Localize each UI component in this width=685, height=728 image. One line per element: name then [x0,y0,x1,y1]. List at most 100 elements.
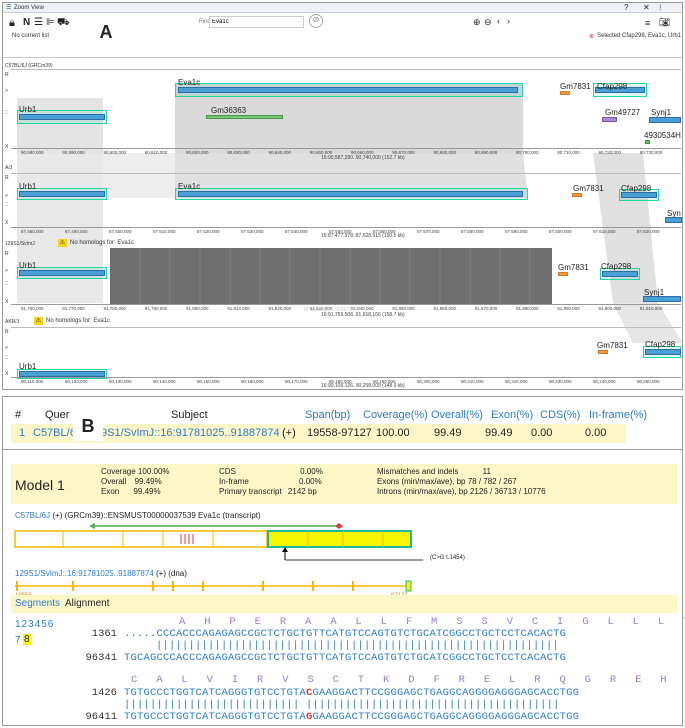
col-exon[interactable]: Exon(%) [491,409,533,421]
dna-label: 129S1/SvImJ::16:91781025..91887874 (+) (… [15,569,187,578]
result-row[interactable]: 1 C57BL/6J 9S1/SvImJ::16:91781025..91887… [11,424,626,443]
subject-sequence: TGCAGCCCACCCAGAGAGCCGCTCTGCTGTTCATGTCCAG… [124,652,567,664]
col-num: # [15,409,22,421]
track-x-label[interactable]: X [5,220,8,226]
col-span[interactable]: Span(bp) [305,409,350,421]
row-cds: 0.00 [531,427,553,439]
axis-tick-label: 90,110,000 [21,379,44,384]
axis-tick-label: 90,690,000 [474,150,498,155]
axis-tick-label: 91,910,000 [639,306,663,311]
axis-tick-label: 91,850,000 [392,306,415,311]
track-x-label[interactable]: X [5,299,8,305]
gene-synj1[interactable] [649,117,681,123]
model-col2: CDS 0.00% In-frame 0.00% Primary transcr… [219,467,323,497]
stat-value: 99.49% [134,477,162,486]
gene-gm7831[interactable] [558,272,568,276]
track-strain-label: 129S1/SvImJ [5,241,35,247]
track-aj: A/J R > ⁚⁚ X Urb1 Eva1c Gm7831 Cfap298 S… [3,165,682,239]
axis-tick-label: 90,730,000 [639,150,663,155]
track-drag-icon[interactable]: ⁚⁚ [5,281,8,287]
track-drag-icon[interactable]: ⁚⁚ [5,202,8,208]
axis-tick-label: 87,610,000 [593,229,616,234]
row-coverage: 100.00 [376,427,410,439]
track-x-label[interactable]: X [5,144,8,150]
axis-tick-label: 90,130,000 [109,379,132,384]
gene-label-cfap298: Cfap298 [621,184,652,193]
gene-gm7831[interactable] [572,193,582,197]
axis-tick-label: 87,490,000 [65,229,88,234]
aa-translation: A H P E R A A L L F M S S V C I G L L L … [179,616,685,628]
gene-urb1[interactable] [19,270,105,276]
track-drag-icon[interactable]: ⁚⁚ [5,355,8,361]
gene-label-gm36363: Gm36363 [211,106,247,115]
axis-tick-label: 87,500,000 [109,229,132,234]
gene-eva1c[interactable] [178,87,518,93]
gene-4930534h[interactable] [645,140,650,144]
axis-tick-label: 91,820,000 [268,306,292,311]
stat-label: Coverage [101,467,136,476]
axis-tick-label: 90,720,000 [598,150,622,155]
stat-value: 0.00% [300,467,323,476]
warning-icon: ⚠ [58,239,67,247]
track-r-label: R [5,175,9,181]
track-c57bl6j: C57BL/6J (GRCm39) R > ⁚⁚ X Eva1c Urb1 Gm… [3,60,682,161]
segment-links[interactable]: 123456 [15,619,54,630]
segment-7[interactable]: 7 [15,635,21,646]
zoom-view-panel: ☰ Zoom View ? ✕ ⁝ 🔒︎ N ☰ ⊫ ⛟ No current … [2,2,683,390]
axis-tick-label: 90,210,000 [461,379,484,384]
tab-segments[interactable]: Segments [15,598,60,609]
gene-label-gm7831: Gm7831 [597,341,628,350]
gene-cfap298[interactable] [602,271,638,277]
axis-tick-label: 90,700,000 [516,150,539,155]
stat-value: 2142 bp [287,487,317,496]
gene-cfap298[interactable] [645,349,681,355]
gene-urb1[interactable] [19,114,105,120]
row-strand: (+) [282,427,296,439]
model-col1: Coverage 100.00% Overall 99.49% Exon 99.… [101,467,170,497]
stat-value: 100.00% [137,467,170,476]
gene-gm7831[interactable] [560,91,570,95]
axis-tick-label: 87,530,000 [241,229,264,234]
axis-tick-label: 90,590,000 [62,150,85,155]
alignment-panel: # Quer Subject Span(bp) Coverage(%) Over… [2,396,685,726]
gene-urb1[interactable] [19,191,105,197]
col-overall[interactable]: Overall(%) [431,409,483,421]
col-coverage[interactable]: Coverage(%) [363,409,428,421]
track-gt-label: > [5,268,8,274]
axis-tick-label: 90,220,000 [505,379,528,384]
gene-eva1c[interactable] [178,191,523,197]
transcript-desc: (+) (GRCm39)::ENSMUST00000037539 Eva1c (… [52,511,261,520]
dna-subject-link[interactable]: 129S1/SvImJ::16:91781025..91887874 [15,569,154,578]
row-subject[interactable]: 9S1/SvImJ::16:91781025..91887874 [101,427,280,439]
col-cds[interactable]: CDS(%) [540,409,580,421]
axis-tick-label: 90,230,000 [549,379,572,384]
axis-tick-label: 91,770,000 [62,306,85,311]
gene-label-urb1: Urb1 [19,362,37,371]
axis-tick-label: 87,540,000 [285,229,308,234]
stat-value: 11 [482,467,491,476]
axis-tick-label: 87,510,000 [153,229,176,234]
model-summary: Model 1 Coverage 100.00% Overall 99.49% … [11,464,677,504]
gene-gm49727[interactable] [602,117,617,122]
dna-diagram [15,580,412,592]
row-inframe: 0.00 [585,427,607,439]
track-gt-label: > [5,345,8,351]
tab-alignment[interactable]: Alignment [65,598,109,609]
track-drag-icon[interactable]: ⁚⁚ [5,110,8,116]
axis-tick-label: 90,200,000 [417,379,440,384]
gene-gm36363[interactable] [206,115,283,119]
axis-tick-label: 91,780,000 [103,306,127,311]
col-inframe[interactable]: In-frame(%) [589,409,647,421]
segment-8-selected[interactable]: 8 [23,634,31,645]
transcript-query-link[interactable]: C57BL/6J [15,511,50,520]
match-bars: ||||||||||||||||||||||||||| ||||||||||||… [124,699,560,711]
gene-gm7831[interactable] [598,350,608,354]
stat-label: Introns (min/max/ave), bp [377,487,468,496]
gene-label-4930534h: 4930534H [644,131,681,140]
track-x-label[interactable]: X [5,371,8,377]
query-sequence: .....CCCACCCAGAGAGCCGCTCTGCTGTTCATGTCCAG… [124,628,567,640]
seq-part: GAAGGACTTCCGGGAGCTGAGGCAGGGGAGGGAGCACCTG… [312,687,580,699]
aa-translation: C A L V I R V S C T K D F R E L R Q G R … [131,674,685,686]
gene-label-urb1: Urb1 [19,105,37,114]
exon-box-left [14,530,268,548]
